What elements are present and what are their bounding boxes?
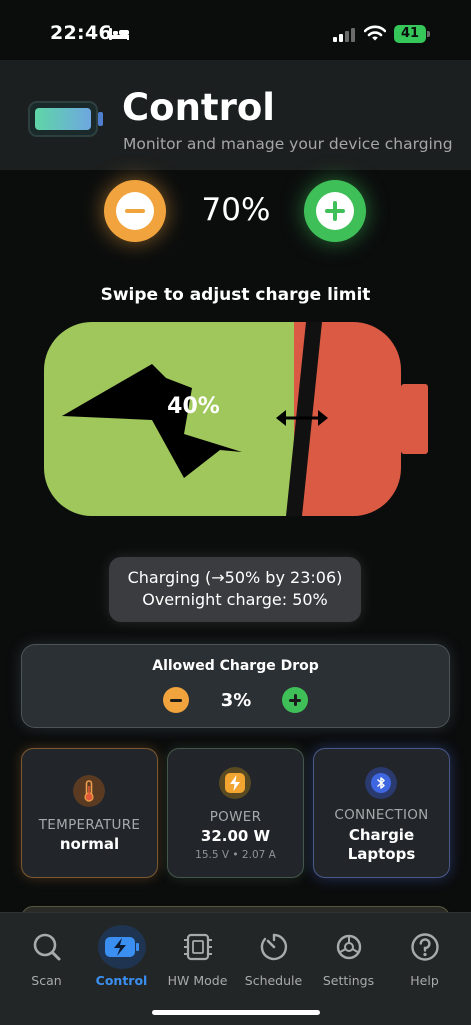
battery-app-icon [28,101,103,137]
tab-bar: Scan Control HW Mode Schedule Settings H… [0,912,471,1025]
power-detail: 15.5 V • 2.07 A [195,849,276,861]
allowed-drop-card: Allowed Charge Drop 3% [21,644,450,728]
connection-label: CONNECTION [334,807,429,823]
connection-value-line2: Laptops [347,845,416,863]
connection-card[interactable]: CONNECTION Chargie Laptops [313,748,450,878]
status-bar: 22:46 41 [0,0,471,68]
cellular-signal-icon [333,28,355,42]
charging-status-line: Charging (→50% by 23:06) [127,568,343,587]
tab-label: Control [95,973,148,988]
charging-status-box: Charging (→50% by 23:06) Overnight charg… [109,557,361,622]
search-icon [33,933,61,961]
power-label: POWER [209,809,262,825]
increase-limit-button[interactable] [304,180,366,242]
increase-drop-button[interactable] [282,687,308,713]
temperature-value: normal [59,835,120,853]
tab-help[interactable]: Help [387,913,462,1003]
plus-icon-vertical [293,694,297,706]
page-title: Control [122,86,275,129]
power-card[interactable]: POWER 32.00 W 15.5 V • 2.07 A [167,748,304,878]
allowed-drop-value: 3% [220,690,252,711]
current-level-label: 40% [167,394,220,419]
allowed-drop-title: Allowed Charge Drop [152,658,319,674]
decrease-drop-button[interactable] [163,687,189,713]
power-value: 32.00 W [200,827,271,845]
minus-icon [170,698,182,702]
status-time: 22:46 [50,22,112,44]
decrease-limit-button[interactable] [104,180,166,242]
tab-scan[interactable]: Scan [9,913,84,1003]
tab-schedule[interactable]: Schedule [236,913,311,1003]
battery-bolt-icon [105,937,139,957]
overnight-charge-line: Overnight charge: 50% [142,590,328,609]
sleep-focus-icon [109,28,129,40]
swipe-hint: Swipe to adjust charge limit [100,285,371,305]
chip-icon [184,933,212,961]
charge-limit-battery[interactable] [44,322,428,516]
battery-terminal [401,384,428,454]
tab-control[interactable]: Control [84,913,159,1003]
thermometer-icon [73,775,105,807]
tab-hw-mode[interactable]: HW Mode [160,913,235,1003]
timer-icon [260,933,288,961]
battery-indicator: 41 [394,25,426,43]
battery-level-text: 41 [400,26,420,41]
temperature-label: TEMPERATURE [38,817,141,833]
temperature-card[interactable]: TEMPERATURE normal [21,748,158,878]
bolt-icon [219,767,251,799]
wifi-icon [364,25,386,41]
page-subtitle: Monitor and manage your device charging [123,135,453,153]
tab-settings[interactable]: Settings [311,913,386,1003]
connection-value-line1: Chargie [348,826,415,844]
tab-label: Help [410,973,439,988]
gear-icon [336,934,362,960]
tab-label: HW Mode [167,973,228,988]
plus-icon [316,192,354,230]
home-indicator [152,1010,320,1015]
charge-limit-value: 70% [201,192,271,228]
tab-label: Scan [31,973,62,988]
bluetooth-icon [365,767,397,799]
minus-icon [116,192,154,230]
tab-label: Schedule [244,973,303,988]
help-icon [411,933,439,961]
battery-indicator-tip [427,31,430,37]
tab-label: Settings [322,973,375,988]
